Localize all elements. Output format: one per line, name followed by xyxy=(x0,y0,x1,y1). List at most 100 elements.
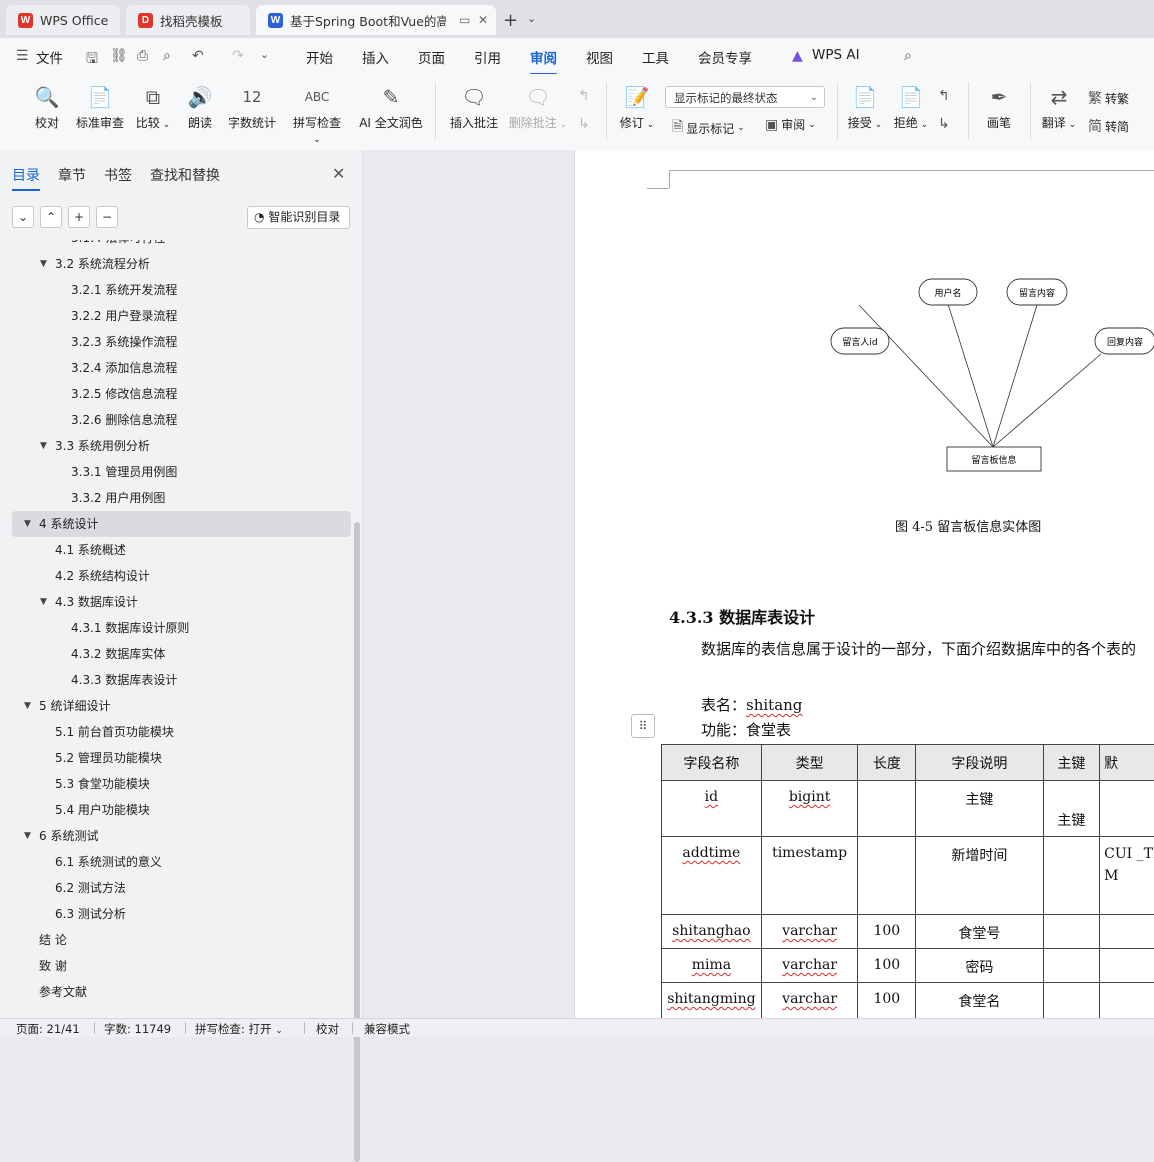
toc-item[interactable]: ▼5 统详细设计 xyxy=(0,693,351,719)
proofread-indicator[interactable]: 校对 xyxy=(316,1021,339,1037)
toc-item[interactable]: 3.1.4 法律可行性 xyxy=(0,240,351,251)
expand-arrow-icon[interactable]: ▼ xyxy=(40,251,47,277)
toc-item[interactable]: ▼6 系统测试 xyxy=(0,823,351,849)
spell-check-indicator[interactable]: 拼写检查: 打开 ⌄ xyxy=(195,1021,283,1037)
document-page[interactable]: 留言人id 用户名 留言内容 回复内容 留言板信息 图 4-5 留言板信息实体图… xyxy=(574,150,1154,1018)
standard-review-button[interactable]: 📄标准审查 xyxy=(74,84,126,131)
word-count-indicator[interactable]: 字数: 11749 xyxy=(104,1021,171,1037)
pen-button[interactable]: ✒画笔 xyxy=(984,84,1014,131)
read-aloud-button[interactable]: 🔊朗读 xyxy=(186,84,214,131)
markup-display-select[interactable]: 显示标记的最终状态⌄ xyxy=(665,86,825,108)
toc-item[interactable]: 3.2.2 用户登录流程 xyxy=(0,303,351,329)
toc-scrollbar[interactable] xyxy=(354,522,360,1162)
nav-tab-find-replace[interactable]: 查找和替换 xyxy=(150,165,220,185)
next-change-icon[interactable]: ↳ xyxy=(938,116,950,132)
page-indicator[interactable]: 页面: 21/41 xyxy=(16,1021,80,1037)
spell-check-button[interactable]: ABC拼写检查 ⌄ xyxy=(288,84,346,145)
toc-item[interactable]: 3.2.1 系统开发流程 xyxy=(0,277,351,303)
word-count-button[interactable]: 12字数统计 xyxy=(227,84,277,131)
new-tab-icon[interactable]: + xyxy=(503,10,518,31)
nav-tab-chapters[interactable]: 章节 xyxy=(58,165,86,185)
accept-button[interactable]: 📄接受 ⌄ xyxy=(846,84,884,131)
menu-home[interactable]: 开始 xyxy=(306,47,333,67)
toc-item[interactable]: 3.3.1 管理员用例图 xyxy=(0,459,351,485)
toc-item[interactable]: 5.4 用户功能模块 xyxy=(0,797,351,823)
toc-item[interactable]: 5.1 前台首页功能模块 xyxy=(0,719,351,745)
chevron-down-icon[interactable]: ⌄ xyxy=(527,12,536,25)
toc-item[interactable]: ▼3.3 系统用例分析 xyxy=(0,433,351,459)
toc-item[interactable]: 6.3 测试分析 xyxy=(0,901,351,927)
toc-item[interactable]: 3.2.5 修改信息流程 xyxy=(0,381,351,407)
screen-icon[interactable]: ▭ xyxy=(459,13,470,27)
toc-item[interactable]: 致 谢 xyxy=(0,953,351,979)
expand-arrow-icon[interactable]: ▼ xyxy=(40,433,47,459)
insert-comment-button[interactable]: 🗨插入批注 xyxy=(448,84,500,131)
to-simplified-button[interactable]: 简转简 xyxy=(1088,116,1129,136)
toc-item[interactable]: 5.3 食堂功能模块 xyxy=(0,771,351,797)
menu-page[interactable]: 页面 xyxy=(418,47,445,67)
menu-wps-ai[interactable]: WPS AI xyxy=(812,47,860,63)
toc-item[interactable]: 4.3.1 数据库设计原则 xyxy=(0,615,351,641)
nav-tab-bookmarks[interactable]: 书签 xyxy=(104,165,132,185)
table-move-handle[interactable]: ⠿ xyxy=(631,714,655,738)
toc-item[interactable]: ▼4 系统设计 xyxy=(12,511,351,537)
link-icon[interactable]: ⛓ xyxy=(110,48,128,64)
toc-item[interactable]: 3.2.4 添加信息流程 xyxy=(0,355,351,381)
toc-item[interactable]: 结 论 xyxy=(0,927,351,953)
add-heading-button[interactable]: + xyxy=(68,206,90,228)
search-icon[interactable]: ⌕ xyxy=(904,48,912,64)
toc-item[interactable]: 3.2.3 系统操作流程 xyxy=(0,329,351,355)
collapse-all-button[interactable]: ⌄ xyxy=(12,206,34,228)
toc-item[interactable]: 4.3.2 数据库实体 xyxy=(0,641,351,667)
expand-arrow-icon[interactable]: ▼ xyxy=(24,823,31,849)
tab-wps-office[interactable]: W WPS Office xyxy=(6,5,120,35)
translate-button[interactable]: ⇄翻译 ⌄ xyxy=(1040,84,1078,131)
compare-button[interactable]: ⧉比较 ⌄ xyxy=(134,84,172,131)
expand-arrow-icon[interactable]: ▼ xyxy=(40,589,47,615)
toc-item[interactable]: 3.3.2 用户用例图 xyxy=(0,485,351,511)
menu-tools[interactable]: 工具 xyxy=(642,47,669,67)
expand-arrow-icon[interactable]: ▼ xyxy=(24,511,31,537)
toc-item[interactable]: 4.2 系统结构设计 xyxy=(0,563,351,589)
nav-tab-toc[interactable]: 目录 xyxy=(12,165,40,185)
close-tab-icon[interactable]: ✕ xyxy=(478,13,488,27)
previous-change-icon[interactable]: ↰ xyxy=(938,88,950,104)
save-icon[interactable]: 🖫 xyxy=(86,48,98,72)
toc-item[interactable]: 3.2.6 删除信息流程 xyxy=(0,407,351,433)
toc-item[interactable]: 5.2 管理员功能模块 xyxy=(0,745,351,771)
expand-up-button[interactable]: ⌃ xyxy=(40,206,62,228)
next-comment-icon[interactable]: ↳ xyxy=(578,116,590,132)
print-preview-icon[interactable]: ⌕ xyxy=(163,48,171,64)
toc-item[interactable]: ▼3.2 系统流程分析 xyxy=(0,251,351,277)
delete-comment-button[interactable]: 🗨删除批注 ⌄ xyxy=(508,84,568,131)
remove-heading-button[interactable]: − xyxy=(96,206,118,228)
toc-item[interactable]: 6.1 系统测试的意义 xyxy=(0,849,351,875)
toc-item[interactable]: 6.2 测试方法 xyxy=(0,875,351,901)
menu-file[interactable]: 文件 xyxy=(36,47,63,67)
expand-arrow-icon[interactable]: ▼ xyxy=(24,693,31,719)
menu-reference[interactable]: 引用 xyxy=(474,47,501,67)
hamburger-icon[interactable]: ☰ xyxy=(16,48,29,64)
toc-item[interactable]: ▼4.3 数据库设计 xyxy=(0,589,351,615)
previous-comment-icon[interactable]: ↰ xyxy=(578,88,590,104)
menu-view[interactable]: 视图 xyxy=(586,47,613,67)
redo-icon[interactable]: ↷ xyxy=(232,48,244,64)
to-traditional-button[interactable]: 繁转繁 xyxy=(1088,88,1129,108)
reject-button[interactable]: 📄拒绝 ⌄ xyxy=(892,84,930,131)
ai-polish-button[interactable]: ✎AI 全文润色 xyxy=(358,84,424,131)
undo-icon[interactable]: ↶ xyxy=(192,48,204,64)
menu-review[interactable]: 审阅 xyxy=(530,47,557,67)
tab-document[interactable]: W 基于Spring Boot和Vue的高 ▭ ✕ xyxy=(256,5,496,35)
track-changes-button[interactable]: 📝修订 ⌄ xyxy=(618,84,656,131)
review-pane-button[interactable]: ▣审阅 ⌄ xyxy=(765,116,816,133)
print-icon[interactable]: ⎙ xyxy=(137,48,148,64)
chevron-down-icon[interactable]: ⌄ xyxy=(260,48,269,61)
proofread-button[interactable]: 🔍校对 xyxy=(30,84,64,131)
show-markup-button[interactable]: 🗎显示标记 ⌄ xyxy=(672,116,745,140)
tab-docer-templates[interactable]: D 找稻壳模板 xyxy=(126,5,250,35)
close-icon[interactable]: ✕ xyxy=(332,164,345,183)
menu-insert[interactable]: 插入 xyxy=(362,47,389,67)
menu-member[interactable]: 会员专享 xyxy=(698,47,752,67)
toc-item[interactable]: 参考文献 xyxy=(0,979,351,1005)
toc-item[interactable]: 4.3.3 数据库表设计 xyxy=(0,667,351,693)
